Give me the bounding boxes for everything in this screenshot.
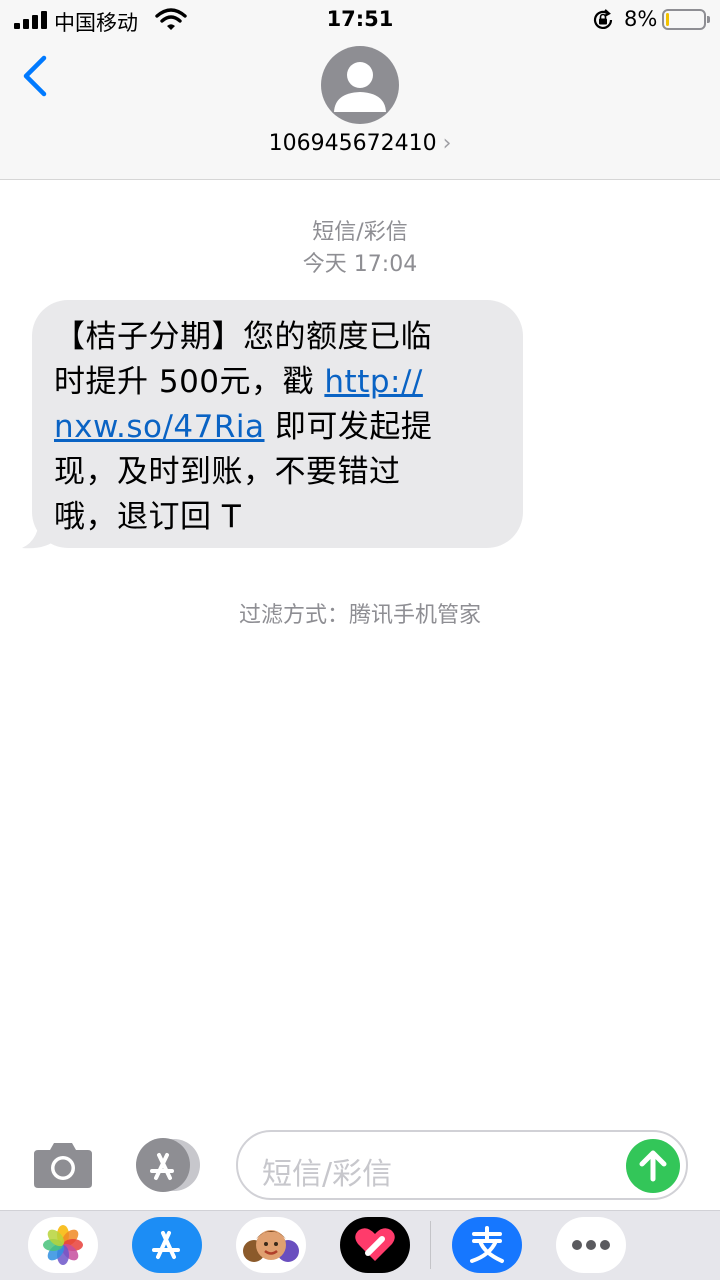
alipay-icon[interactable] [452,1217,522,1273]
battery-percent: 8% [624,7,658,31]
memoji-icon[interactable] [236,1217,306,1273]
rotation-lock-icon [593,9,613,29]
message-link-part1[interactable]: http:// [324,364,422,400]
message-line: 时提升 500元，戳 http:// [54,360,501,405]
battery-icon [662,9,710,30]
status-bar: 中国移动 17:51 8% [0,0,720,40]
message-line: 【桔子分期】您的额度已临 [54,319,432,355]
contact-avatar[interactable] [321,46,399,124]
arrow-up-icon [639,1150,667,1182]
send-button[interactable] [626,1139,680,1193]
camera-icon[interactable] [32,1140,94,1190]
message-line: 现，及时到账，不要错过 [54,454,401,490]
photos-app-icon[interactable] [28,1217,98,1273]
message-timestamp: 今天 17:04 [302,252,418,277]
message-line: 哦，退订回 T [54,499,242,535]
chevron-right-icon: › [442,131,452,156]
apps-button-icon[interactable] [134,1138,204,1192]
message-input-placeholder: 短信/彩信 [262,1157,393,1192]
drawer-divider [430,1221,431,1269]
incoming-message-bubble[interactable]: 【桔子分期】您的额度已临 时提升 500元，戳 http:// nxw.so/4… [32,300,523,548]
message-text: 即可发起提 [264,409,433,445]
message-link-part2[interactable]: nxw.so/47Ria [54,409,265,445]
message-line: nxw.so/47Ria 即可发起提 [54,405,501,450]
contact-name-row[interactable]: 106945672410 › [0,131,720,156]
message-input[interactable]: 短信/彩信 [236,1130,688,1200]
contact-number[interactable]: 106945672410 [269,131,437,156]
app-store-icon[interactable] [132,1217,202,1273]
digital-touch-icon[interactable] [340,1217,410,1273]
more-apps-icon[interactable] [556,1217,626,1273]
filter-note: 过滤方式：腾讯手机管家 [238,603,481,628]
app-drawer [0,1210,720,1280]
message-text: 时提升 500元，戳 [54,364,325,400]
message-channel-label: 短信/彩信 [312,220,408,245]
back-chevron-icon[interactable] [20,54,50,98]
person-silhouette-icon [334,62,386,112]
